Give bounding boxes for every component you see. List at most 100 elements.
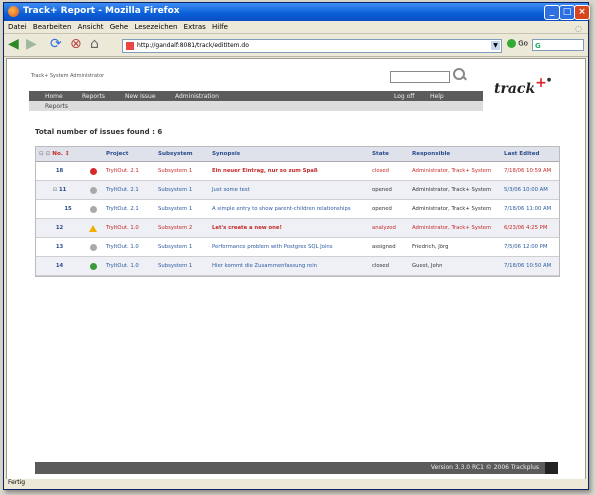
table-row[interactable]: 15 TryItOut. 2.1 Subsystem 1A simple entry… bbox=[36, 199, 559, 219]
project-cell: TryItOut. 2.1 bbox=[103, 180, 155, 200]
subsystem-cell: Subsystem 1 bbox=[155, 256, 209, 276]
project-cell: TryItOut. 2.1 bbox=[103, 161, 155, 181]
menu-lesezeichen[interactable]: Lesezeichen bbox=[134, 23, 177, 31]
synopsis-link[interactable]: Just some test bbox=[209, 180, 369, 200]
last-edited-cell: 7/18/06 11:00 AM bbox=[501, 199, 559, 219]
forward-arrow-icon[interactable]: ▶ bbox=[26, 37, 37, 51]
back-arrow-icon[interactable]: ◀ bbox=[8, 37, 19, 51]
table-row[interactable]: 14 TryItOut. 1.0 Subsystem 1 Hier kommt die… bbox=[36, 256, 559, 276]
go-label: Go bbox=[518, 39, 528, 48]
last-edited-cell: 7/18/06 10:50 AM bbox=[501, 256, 559, 276]
synopsis-link[interactable]: A simple entry to show parent-children r… bbox=[209, 199, 369, 219]
column-header-state[interactable]: State bbox=[369, 147, 409, 162]
status-opened-icon bbox=[89, 205, 97, 213]
address-bar[interactable]: http://gandalf:8081/track/editItem.do ▼ bbox=[122, 39, 502, 53]
stop-icon[interactable]: ⊗ bbox=[70, 37, 82, 51]
table-row[interactable]: ⊟ 11 TryItOut. 2.1 Subsystem 1 Just some te… bbox=[36, 180, 559, 200]
synopsis-link[interactable]: Hier kommt die Zusammenfassung rein bbox=[209, 256, 369, 276]
issues-table-container: ⊟ ⊟ No. ↕ Project Subsystem Synopsis Sta… bbox=[35, 146, 560, 277]
issue-number-cell[interactable]: 15 bbox=[36, 199, 83, 219]
status-icon-cell bbox=[83, 161, 103, 181]
reload-icon[interactable]: ⟳ bbox=[50, 37, 62, 51]
header-no-label[interactable]: No. ↕ bbox=[52, 151, 69, 157]
synopsis-link[interactable]: Let's create a new one! bbox=[209, 218, 369, 238]
menu-ansicht[interactable]: Ansicht bbox=[78, 23, 104, 31]
address-url: http://gandalf:8081/track/editItem.do bbox=[137, 42, 249, 49]
browser-window: Track+ Report - Mozilla Firefox _ □ × Da… bbox=[3, 2, 590, 490]
table-row[interactable]: 13 TryItOut. 1.0 Subsystem 1 Performance pr… bbox=[36, 237, 559, 257]
issue-number[interactable]: 14 bbox=[56, 263, 63, 269]
search-box[interactable]: G bbox=[532, 39, 584, 51]
issue-number-cell[interactable]: 14 bbox=[36, 256, 83, 276]
nav-reports[interactable]: Reports bbox=[82, 93, 105, 100]
last-edited-cell: 7/18/06 10:59 AM bbox=[501, 161, 559, 181]
menu-datei[interactable]: Datei bbox=[8, 23, 27, 31]
state-cell: opened bbox=[369, 180, 409, 200]
footer-end-block bbox=[545, 462, 558, 474]
column-header-synopsis[interactable]: Synopsis bbox=[209, 147, 369, 162]
address-dropdown-icon[interactable]: ▼ bbox=[491, 41, 500, 50]
state-cell: assigned bbox=[369, 237, 409, 257]
home-icon[interactable]: ⌂ bbox=[90, 37, 99, 51]
menu-bearbeiten[interactable]: Bearbeiten bbox=[33, 23, 71, 31]
table-row[interactable]: 12 TryItOut. 1.0 Subsystem 2 Let's create a… bbox=[36, 218, 559, 238]
state-cell: opened bbox=[369, 199, 409, 219]
issue-number-cell[interactable]: ⊟ 11 bbox=[36, 180, 83, 200]
nav-new-issue[interactable]: New Issue bbox=[125, 93, 156, 100]
status-closed-icon bbox=[89, 167, 97, 175]
column-header-responsible[interactable]: Responsible bbox=[409, 147, 501, 162]
issue-number[interactable]: 18 bbox=[56, 168, 63, 174]
subsystem-cell: Subsystem 2 bbox=[155, 218, 209, 238]
maximize-button[interactable]: □ bbox=[559, 5, 575, 20]
project-cell: TryItOut. 1.0 bbox=[103, 218, 155, 238]
column-header-subsystem[interactable]: Subsystem bbox=[155, 147, 209, 162]
sort-icons[interactable]: ⊟ ⊟ bbox=[39, 151, 50, 157]
status-icon-cell bbox=[83, 218, 103, 238]
go-icon bbox=[507, 39, 516, 48]
close-button[interactable]: × bbox=[574, 5, 590, 20]
menu-hilfe[interactable]: Hilfe bbox=[212, 23, 228, 31]
column-header-no[interactable]: ⊟ ⊟ No. ↕ bbox=[36, 147, 83, 162]
synopsis-link[interactable]: Ein neuer Eintrag, nur so zum Spaß bbox=[209, 161, 369, 181]
status-opened-icon bbox=[89, 186, 97, 194]
column-header-project[interactable]: Project bbox=[103, 147, 155, 162]
subsystem-cell: Subsystem 1 bbox=[155, 237, 209, 257]
throbber-icon: ◌ bbox=[575, 24, 582, 33]
status-icon-cell bbox=[83, 237, 103, 257]
status-icon-cell bbox=[83, 256, 103, 276]
page-favicon-icon bbox=[126, 42, 134, 50]
issue-number-cell[interactable]: 12 bbox=[36, 218, 83, 238]
page-viewport: Track+ System Administrator track+● Home… bbox=[6, 58, 586, 480]
menu-extras[interactable]: Extras bbox=[184, 23, 206, 31]
nav-log-off[interactable]: Log off bbox=[394, 93, 414, 100]
issue-number[interactable]: 15 bbox=[64, 206, 71, 212]
firefox-logo-icon bbox=[8, 6, 19, 17]
menu-gehe[interactable]: Gehe bbox=[110, 23, 128, 31]
issue-number[interactable]: 12 bbox=[56, 225, 63, 231]
responsible-cell: Friedrich, Jörg bbox=[409, 237, 501, 257]
window-title: Track+ Report - Mozilla Firefox bbox=[23, 6, 180, 16]
nav-help[interactable]: Help bbox=[430, 93, 444, 100]
issue-number-cell[interactable]: 13 bbox=[36, 237, 83, 257]
synopsis-link[interactable]: Performance problem with Postgres SQL Jo… bbox=[209, 237, 369, 257]
table-row[interactable]: 18 TryItOut. 2.1 Subsystem 1 Ein neuer Eint… bbox=[36, 161, 559, 181]
status-warn-icon bbox=[89, 224, 97, 232]
expand-icon[interactable]: ⊟ bbox=[53, 187, 57, 193]
quick-search-input[interactable] bbox=[390, 71, 450, 83]
menu-bar: Datei Bearbeiten Ansicht Gehe Lesezeiche… bbox=[4, 21, 588, 34]
issue-number[interactable]: 13 bbox=[56, 244, 63, 250]
subsystem-cell: Subsystem 1 bbox=[155, 180, 209, 200]
status-icon-cell bbox=[83, 199, 103, 219]
nav-administration[interactable]: Administration bbox=[175, 93, 219, 100]
nav-home[interactable]: Home bbox=[45, 93, 63, 100]
search-icon[interactable] bbox=[453, 68, 465, 80]
responsible-cell: Administrator, Track+ System bbox=[409, 199, 501, 219]
column-header-last-edited[interactable]: Last Edited bbox=[501, 147, 559, 162]
subnav-reports[interactable]: Reports bbox=[45, 103, 68, 110]
minimize-button[interactable]: _ bbox=[544, 5, 560, 20]
project-cell: TryItOut. 1.0 bbox=[103, 237, 155, 257]
go-button[interactable]: Go bbox=[507, 39, 528, 48]
issue-number-cell[interactable]: 18 bbox=[36, 161, 83, 181]
responsible-cell: Guest, John bbox=[409, 256, 501, 276]
issue-number[interactable]: 11 bbox=[59, 187, 66, 193]
